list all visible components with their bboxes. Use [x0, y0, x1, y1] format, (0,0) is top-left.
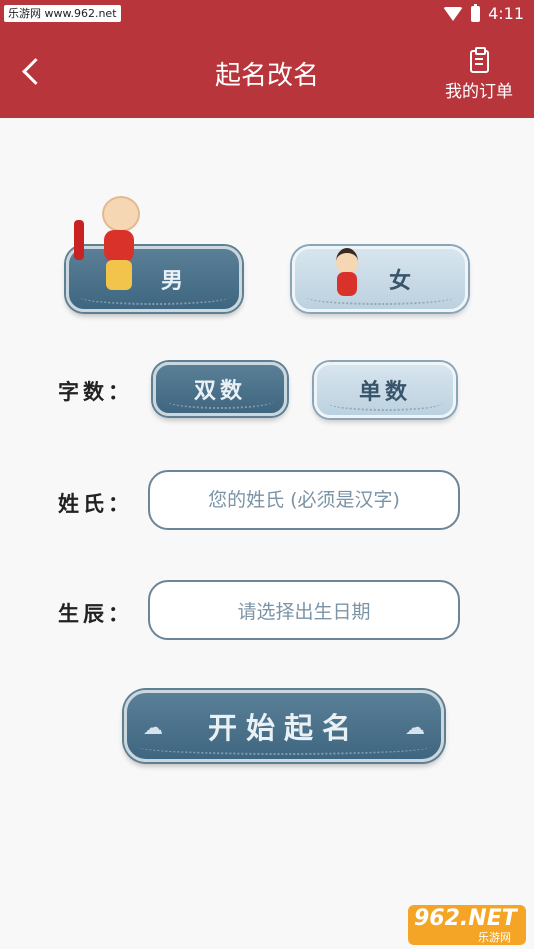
single-char-button[interactable]: 单数	[314, 362, 456, 418]
status-bar: 乐游网 www.962.net 4:11	[0, 0, 534, 28]
wifi-icon	[443, 7, 464, 21]
start-naming-label: 开始起名	[207, 711, 360, 745]
my-orders-label: 我的订单	[445, 82, 513, 102]
status-icons: 4:11	[443, 4, 524, 24]
clock-time: 4:11	[488, 4, 524, 23]
cloud-left-icon: ☁	[143, 715, 163, 739]
watermark-text: 乐游网 www.962.net	[4, 5, 121, 22]
female-label: 女	[388, 268, 415, 294]
birth-label: 生辰：	[58, 601, 133, 626]
firecracker-icon	[74, 220, 84, 260]
logo-sub-text: 乐游网	[478, 931, 511, 944]
double-char-label: 双数	[193, 378, 246, 404]
surname-input[interactable]	[150, 488, 458, 512]
char-count-label: 字数：	[58, 379, 133, 404]
site-watermark-logo: 962.NET 乐游网	[408, 905, 526, 945]
girl-figure-icon	[330, 248, 364, 298]
single-char-label: 单数	[358, 379, 411, 405]
my-orders-button[interactable]: 我的订单	[442, 47, 516, 103]
surname-label: 姓氏：	[58, 491, 133, 516]
app-bar: 起名改名 我的订单	[0, 28, 534, 118]
double-char-button[interactable]: 双数	[153, 362, 287, 416]
cloud-right-icon: ☁	[405, 715, 425, 739]
female-button[interactable]: 女	[292, 246, 468, 312]
surname-field	[148, 470, 460, 530]
logo-main-text: 962.NET	[414, 906, 517, 931]
birth-date-placeholder: 请选择出生日期	[237, 600, 371, 623]
battery-icon	[471, 4, 481, 22]
boy-figure-icon	[74, 196, 146, 298]
male-label: 男	[160, 268, 187, 294]
clipboard-icon	[469, 47, 489, 73]
birth-date-picker[interactable]: 请选择出生日期	[148, 580, 460, 640]
start-naming-button[interactable]: ☁ 开始起名 ☁	[124, 690, 444, 762]
wave-pattern	[305, 289, 455, 305]
